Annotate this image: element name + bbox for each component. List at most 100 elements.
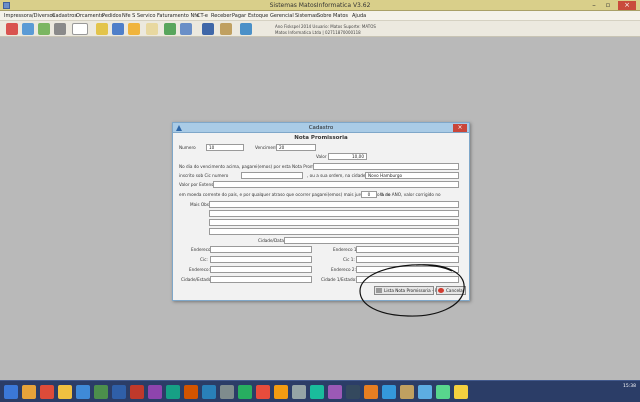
app-icon-8[interactable] xyxy=(256,385,270,399)
close-button[interactable]: × xyxy=(618,1,636,10)
app-icon-7[interactable] xyxy=(238,385,252,399)
app-icon-3[interactable] xyxy=(166,385,180,399)
company-info-line2: Matos Informatica Ltda | 02711870000118 xyxy=(275,30,361,35)
cic-numero-field[interactable] xyxy=(241,172,303,179)
app-icon-18[interactable] xyxy=(436,385,450,399)
app-icon-1[interactable] xyxy=(130,385,144,399)
endereco1-right-label: Endereco 1: xyxy=(333,247,359,252)
menu-sistemas[interactable]: Sistemas xyxy=(295,13,318,19)
word-icon[interactable] xyxy=(112,385,126,399)
start-icon[interactable] xyxy=(4,385,18,399)
juros-field[interactable]: 0 xyxy=(361,191,377,198)
endereco2-field[interactable] xyxy=(210,266,312,273)
chrome-icon[interactable] xyxy=(40,385,54,399)
toolbar: Ano Fiskspel 2014 Usuario: Matos Suporte… xyxy=(0,21,640,37)
obs-field-3[interactable] xyxy=(209,219,459,226)
endereco2-label: Endereco: xyxy=(189,267,211,272)
menu-cadastros[interactable]: Cadastros xyxy=(52,13,77,19)
menu-impressora[interactable]: Impressora/Diversos xyxy=(4,13,55,19)
menu-ajuda[interactable]: Ajuda xyxy=(352,13,366,19)
cidade-estado-field[interactable] xyxy=(210,276,312,283)
cic-field[interactable] xyxy=(210,256,312,263)
app-icon-17[interactable] xyxy=(418,385,432,399)
app-icon-13[interactable] xyxy=(346,385,360,399)
tools-icon[interactable] xyxy=(38,23,50,35)
menu-pedidos[interactable]: Pedidos xyxy=(102,13,121,19)
app-icon-10[interactable] xyxy=(292,385,306,399)
app-icon-15[interactable] xyxy=(382,385,396,399)
app-icon-19[interactable] xyxy=(454,385,468,399)
mail-icon[interactable] xyxy=(146,23,158,35)
app-icon-9[interactable] xyxy=(274,385,288,399)
numero-label: Numero xyxy=(179,145,196,150)
obs-field-1[interactable] xyxy=(209,201,459,208)
menu-estoque[interactable]: Estoque xyxy=(248,13,268,19)
text-vencimento: No dia do vencimento acima, pagarei(emos… xyxy=(179,164,333,169)
dialog-close-button[interactable]: × xyxy=(453,124,467,132)
minimize-button[interactable]: – xyxy=(588,1,600,10)
cidade1-right-label: Cidade 1/Estado: xyxy=(321,277,357,282)
text-moeda-2: % ao ANO, valor corrigido no xyxy=(380,192,441,197)
users-icon[interactable] xyxy=(22,23,34,35)
menu-pagar[interactable]: Pagar xyxy=(232,13,246,19)
menu-orcamento[interactable]: Orcamento xyxy=(76,13,104,19)
mais-obs-label: Mais Obs: xyxy=(190,202,211,207)
cic-label: Cic: xyxy=(200,257,208,262)
ie-icon[interactable] xyxy=(76,385,90,399)
menu-cte[interactable]: CT-e xyxy=(197,13,208,19)
app-icon-12[interactable] xyxy=(328,385,342,399)
system-tray[interactable]: 15:38 xyxy=(623,384,636,390)
exit-icon[interactable] xyxy=(240,23,252,35)
app-icon-14[interactable] xyxy=(364,385,378,399)
nfe-icon[interactable] xyxy=(72,23,88,35)
cidade-data-label: Cidade/Data: xyxy=(258,238,286,243)
app-icon-16[interactable] xyxy=(400,385,414,399)
menu-faturamento[interactable]: Faturamento Nfe xyxy=(157,13,199,19)
numero-field[interactable]: 10 xyxy=(206,144,244,151)
text-moeda: em moeda corrente do país, e por qualque… xyxy=(179,192,391,197)
cic1-right-label: Cic 1: xyxy=(343,257,355,262)
calculator-icon[interactable] xyxy=(220,23,232,35)
dialog-title: Cadastro xyxy=(308,125,334,131)
app-icon-5[interactable] xyxy=(202,385,216,399)
clock-time: 15:38 xyxy=(623,384,636,389)
folder-icon[interactable] xyxy=(128,23,140,35)
obs-field-4[interactable] xyxy=(209,228,459,235)
valor-extenso-field[interactable] xyxy=(213,181,459,188)
app-icon-2[interactable] xyxy=(148,385,162,399)
document-icon[interactable] xyxy=(112,23,124,35)
save-icon[interactable] xyxy=(202,23,214,35)
cidade-data-field[interactable] xyxy=(284,237,459,244)
maximize-button[interactable]: ▫ xyxy=(602,1,614,10)
check-icon[interactable] xyxy=(164,23,176,35)
cidade-estado-label: Cidade/Estado: xyxy=(181,277,213,282)
dialog-title-bar: Cadastro × xyxy=(173,123,469,133)
vencimento-field[interactable]: 20 xyxy=(276,144,316,151)
edit-icon[interactable] xyxy=(180,23,192,35)
menu-nfe-servico[interactable]: Nfe S Servico xyxy=(122,13,155,19)
company-info-line1: Ano Fiskspel 2014 Usuario: Matos Suporte… xyxy=(275,24,376,29)
app-icon-11[interactable] xyxy=(310,385,324,399)
valor-extenso-label: Valor por Extenso: xyxy=(179,182,218,187)
menu-bar: Impressora/Diversos Cadastros Orcamento … xyxy=(0,11,640,21)
folder-icon[interactable] xyxy=(58,385,72,399)
menu-sobre[interactable]: Sobre Matos xyxy=(317,13,348,19)
ordem-label: , ou a sua ordem, na cidade de xyxy=(307,173,373,178)
app-icon-6[interactable] xyxy=(220,385,234,399)
endereco1-right-field[interactable] xyxy=(356,246,459,253)
explorer-icon[interactable] xyxy=(22,385,36,399)
valor-field[interactable]: 10,00 xyxy=(328,153,367,160)
endereco-field[interactable] xyxy=(210,246,312,253)
dialog-heading: Nota Promissoria xyxy=(294,135,348,141)
window-title: Sistemas MatosInformatica V3.62 xyxy=(269,2,371,9)
menu-gerencial[interactable]: Gerencial xyxy=(270,13,294,19)
pencil-icon[interactable] xyxy=(96,23,108,35)
people-icon[interactable] xyxy=(6,23,18,35)
menu-receber[interactable]: Receber xyxy=(211,13,231,19)
cidade-field[interactable]: Novo Hamburgo xyxy=(365,172,459,179)
printer-icon[interactable] xyxy=(54,23,66,35)
app-icon-4[interactable] xyxy=(184,385,198,399)
excel-icon[interactable] xyxy=(94,385,108,399)
credor-field[interactable] xyxy=(313,163,459,170)
obs-field-2[interactable] xyxy=(209,210,459,217)
